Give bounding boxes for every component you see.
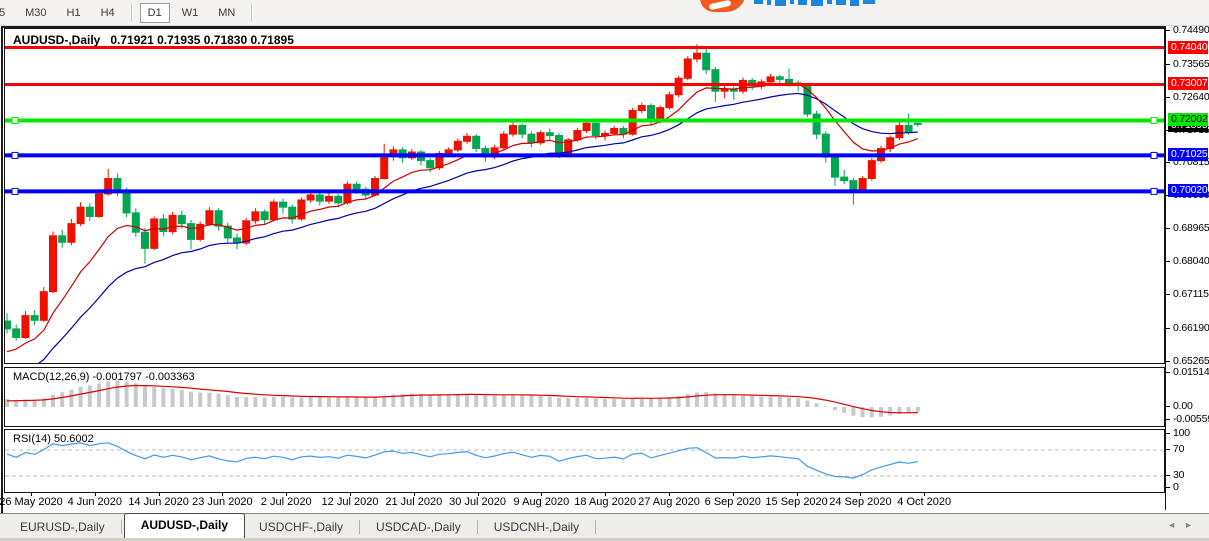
- hline-price-tag-0.70020: 0.70020: [1168, 184, 1208, 197]
- rsi-axis-100: 100: [1173, 427, 1190, 439]
- timeframe-button-m30[interactable]: M30: [17, 3, 54, 23]
- tab-scroll-left-icon[interactable]: ◄: [1167, 520, 1184, 530]
- chart-tab-usdchf[interactable]: USDCHF-,Daily: [245, 516, 357, 539]
- price-tick-0.68965-tick: [1166, 228, 1170, 229]
- macd-axis-0.015142: 0.015142: [1173, 366, 1209, 378]
- timeframe-button-h1[interactable]: H1: [59, 3, 89, 23]
- date-label-12: 6 Sep 2020: [705, 496, 761, 508]
- rsi-axis-30-tick: [1166, 475, 1170, 476]
- timeframe-toolbar: 5M30H1H4 D1W1MN: [0, 0, 1209, 26]
- macd-axis-0.015142-tick: [1166, 372, 1170, 373]
- price-tick-0.74490: 0.74490: [1173, 24, 1209, 36]
- rsi-axis-100-tick: [1166, 433, 1170, 434]
- hline-handle[interactable]: [12, 117, 18, 123]
- price-tick-0.65265-tick: [1166, 361, 1170, 362]
- broker-logo: [700, 0, 865, 12]
- hline-price-tag-0.71025: 0.71025: [1168, 148, 1208, 161]
- date-label-4: 23 Jun 2020: [192, 496, 253, 508]
- date-label-14: 24 Sep 2020: [829, 496, 891, 508]
- price-tick-0.73565: 0.73565: [1173, 58, 1209, 70]
- chart-tabs: EURUSD-,DailyAUDUSD-,DailyUSDCHF-,DailyU…: [6, 514, 598, 539]
- price-tick-0.68040: 0.68040: [1173, 255, 1209, 267]
- price-chart-pane[interactable]: AUDUSD-,Daily 0.71921 0.71935 0.71830 0.7…: [4, 28, 1165, 364]
- date-label-9: 9 Aug 2020: [514, 496, 570, 508]
- chart-tab-bar: EURUSD-,DailyAUDUSD-,DailyUSDCHF-,DailyU…: [0, 513, 1209, 539]
- price-tick-0.67115: 0.67115: [1173, 288, 1209, 300]
- rsi-axis-70: 70: [1173, 443, 1184, 455]
- hline-price-tag-0.72002: 0.72002: [1168, 113, 1208, 126]
- chart-tab-eurusd[interactable]: EURUSD-,Daily: [6, 516, 119, 539]
- timeframe-button-w1[interactable]: W1: [174, 3, 207, 23]
- macd-label: MACD(12,26,9) -0.001797 -0.003363: [13, 371, 195, 383]
- price-tick-0.67115-tick: [1166, 294, 1170, 295]
- hline-price-tag-0.74040: 0.74040: [1168, 41, 1208, 54]
- date-label-5: 2 Jul 2020: [261, 496, 312, 508]
- macd-axis-0.00-tick: [1166, 406, 1170, 407]
- hline-handle[interactable]: [1151, 117, 1157, 123]
- date-label-3: 14 Jun 2020: [128, 496, 189, 508]
- price-tick-0.72640: 0.72640: [1173, 91, 1209, 103]
- rsi-axis-30: 30: [1173, 469, 1184, 481]
- broker-logo-mark: [700, 0, 746, 12]
- chart-tab-usdcnh[interactable]: USDCNH-,Daily: [480, 516, 593, 539]
- price-tick-0.66190-tick: [1166, 328, 1170, 329]
- timeframe-button-d1[interactable]: D1: [140, 3, 170, 23]
- date-label-10: 18 Aug 2020: [574, 496, 636, 508]
- tab-scroll-arrows[interactable]: ◄►: [1167, 520, 1201, 530]
- timeframe-button-h4[interactable]: H4: [93, 3, 123, 23]
- price-tick-0.73565-tick: [1166, 64, 1170, 65]
- rsi-axis-70-tick: [1166, 449, 1170, 450]
- tab-scroll-right-icon[interactable]: ►: [1184, 520, 1201, 530]
- price-axis: 0.744900.735650.726400.717150.708150.698…: [1165, 26, 1209, 510]
- chart-title: AUDUSD-,Daily 0.71921 0.71935 0.71830 0.7…: [13, 33, 304, 47]
- rsi-axis-0: 0: [1173, 481, 1179, 493]
- date-label-13: 15 Sep 2020: [765, 496, 827, 508]
- chart-ohlc-quote: 0.71921 0.71935 0.71830 0.71895: [110, 33, 294, 47]
- macd-axis--0.005595: -0.005595: [1173, 413, 1209, 425]
- macd-pane[interactable]: MACD(12,26,9) -0.001797 -0.003363: [4, 367, 1165, 427]
- price-tick-0.74490-tick: [1166, 30, 1170, 31]
- ma-slow-line: [7, 93, 918, 363]
- rsi-pane[interactable]: RSI(14) 50.6002: [4, 429, 1165, 493]
- rsi-axis-0-tick: [1166, 487, 1170, 488]
- chart-tab-usdcad[interactable]: USDCAD-,Daily: [362, 516, 475, 539]
- mt4-window: 5M30H1H4 D1W1MN AUDUSD-,Daily 0.71921 0.71…: [0, 0, 1209, 541]
- timeframe-button-5[interactable]: 5: [0, 3, 13, 23]
- price-chart-canvas[interactable]: [5, 29, 1164, 363]
- rsi-line: [7, 443, 918, 478]
- hline-handle[interactable]: [12, 188, 18, 194]
- rsi-label: RSI(14) 50.6002: [13, 433, 94, 445]
- date-label-2: 4 Jun 2020: [68, 496, 122, 508]
- price-tick-0.68040-tick: [1166, 261, 1170, 262]
- hline-handle[interactable]: [1151, 152, 1157, 158]
- chart-tab-audusd[interactable]: AUDUSD-,Daily: [124, 513, 245, 539]
- date-label-8: 30 Jul 2020: [449, 496, 506, 508]
- rsi-canvas[interactable]: [5, 430, 1164, 492]
- price-tick-0.68965: 0.68965: [1173, 222, 1209, 234]
- date-axis: 26 May 20204 Jun 202014 Jun 202023 Jun 2…: [4, 493, 1165, 510]
- price-tick-0.70815-tick: [1166, 162, 1170, 163]
- date-label-7: 21 Jul 2020: [385, 496, 442, 508]
- date-label-15: 4 Oct 2020: [897, 496, 951, 508]
- price-tick-0.72640-tick: [1166, 97, 1170, 98]
- macd-axis-0.00: 0.00: [1173, 400, 1193, 412]
- date-label-11: 27 Aug 2020: [638, 496, 700, 508]
- price-tick-0.65265: 0.65265: [1173, 355, 1209, 367]
- timeframe-button-mn[interactable]: MN: [210, 3, 243, 23]
- date-label-6: 12 Jul 2020: [322, 496, 379, 508]
- date-label-1: 26 May 2020: [0, 496, 63, 508]
- chart-symbol: AUDUSD-,Daily: [13, 33, 100, 47]
- hline-price-tag-0.73007: 0.73007: [1168, 77, 1208, 90]
- macd-axis--0.005595-tick: [1166, 419, 1170, 420]
- hline-handle[interactable]: [12, 152, 18, 158]
- price-tick-0.66190: 0.66190: [1173, 322, 1209, 334]
- ma-fast-line: [7, 84, 918, 352]
- hline-handle[interactable]: [1151, 188, 1157, 194]
